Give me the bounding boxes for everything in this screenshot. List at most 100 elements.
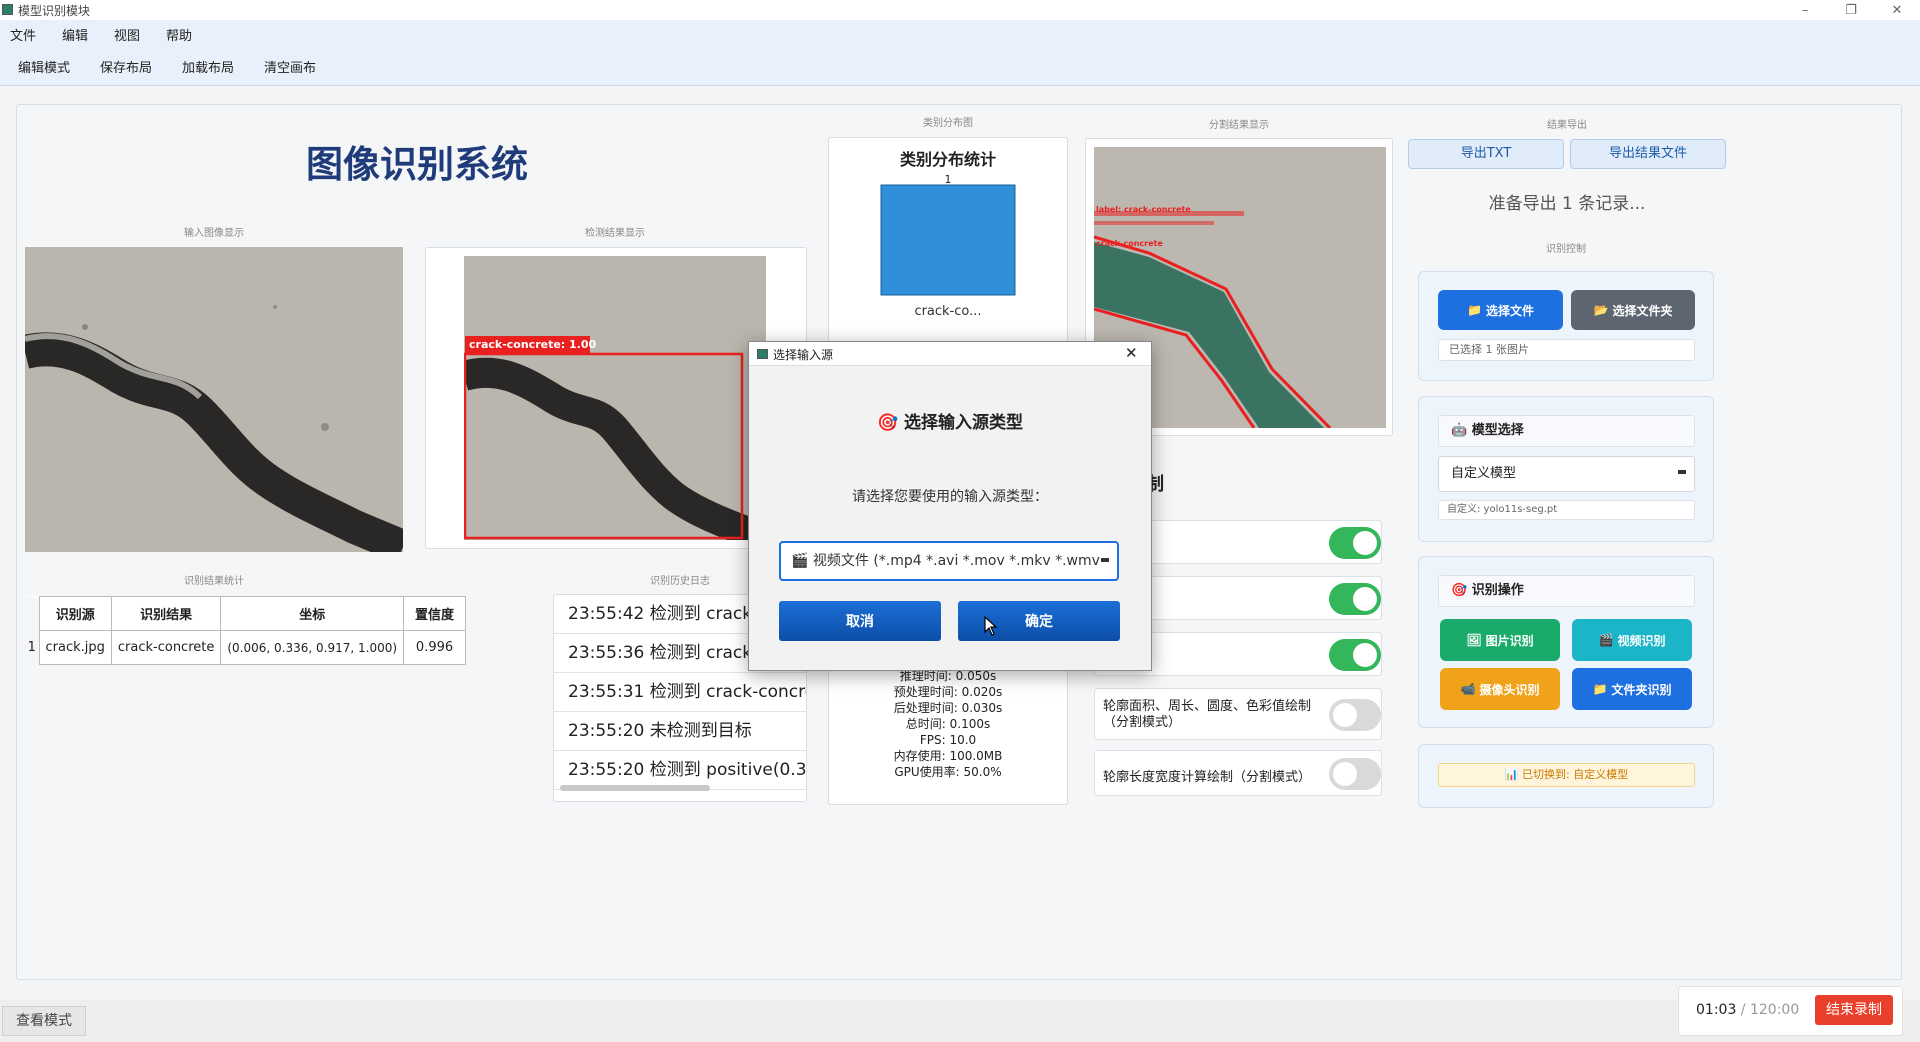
- source-type-select[interactable]: 🎬 视频文件 (*.mp4 *.avi *.mov *.mkv *.wmv: [779, 541, 1119, 581]
- timer-separator: /: [1736, 1002, 1750, 1018]
- video-detect-button[interactable]: 🎬 视频识别: [1572, 619, 1692, 661]
- dialog-prompt: 请选择您要使用的输入源类型：: [852, 489, 1048, 505]
- detection-label: crack-concrete: 1.00: [469, 338, 597, 351]
- switched-message: 📊 已切换到: 自定义模型: [1438, 763, 1695, 787]
- minimize-button[interactable]: –: [1782, 3, 1828, 18]
- robot-icon: 🤖: [1451, 423, 1468, 438]
- camera-detect-label: 摄像头识别: [1479, 682, 1540, 697]
- cell-conf[interactable]: 0.996: [403, 630, 467, 665]
- video-icon: 🎬: [1598, 633, 1614, 647]
- export-txt-button[interactable]: 导出TXT: [1408, 139, 1564, 169]
- mouse-cursor-icon: [984, 616, 998, 636]
- elapsed-time: 01:03: [1696, 1002, 1737, 1018]
- load-layout-button[interactable]: 加载布局: [182, 57, 234, 76]
- model-select-value: 自定义模型: [1451, 466, 1517, 481]
- export-caption: 结果导出: [1547, 120, 1587, 131]
- dropdown-icon: [1101, 558, 1109, 562]
- model-select[interactable]: 自定义模型: [1438, 456, 1695, 492]
- folder-icon: 📁: [1592, 682, 1608, 696]
- horizontal-scrollbar[interactable]: [560, 785, 710, 791]
- row-index: 1: [25, 630, 39, 665]
- menu-edit[interactable]: 编辑: [62, 25, 88, 44]
- toggle-switch[interactable]: [1329, 583, 1381, 615]
- total-time: 120:00: [1749, 1002, 1800, 1018]
- target-icon: 🎯: [1451, 583, 1468, 598]
- dialog-app-icon: [757, 349, 768, 359]
- seg-overlay-text: crack-concrete: [1096, 239, 1163, 248]
- switch-label: 轮廓长度宽度计算绘制（分割模式）: [1103, 770, 1312, 785]
- status-bar: [0, 1000, 1920, 1042]
- toggle-switch[interactable]: [1329, 758, 1381, 790]
- detect-caption: 检测结果显示: [585, 228, 645, 239]
- camera-detect-button[interactable]: 📹 摄像头识别: [1440, 668, 1560, 710]
- list-item[interactable]: 23:55:20 未检测到目标: [554, 712, 806, 751]
- cancel-button[interactable]: 取消: [779, 601, 941, 641]
- image-icon: 🖼: [1466, 633, 1482, 647]
- dropdown-icon: [1678, 470, 1686, 474]
- folder-icon: 📁: [1467, 303, 1482, 317]
- view-mode-button[interactable]: 查看模式: [2, 1006, 86, 1036]
- folder-icon: 📂: [1593, 303, 1609, 317]
- menu-bar: 文件 编辑 视图 帮助: [0, 20, 1920, 48]
- confirm-button[interactable]: 确定: [958, 601, 1120, 641]
- file-select-status: 已选择 1 张图片: [1438, 339, 1695, 361]
- seg-caption: 分割结果显示: [1209, 120, 1269, 131]
- choose-file-button[interactable]: 📁 选择文件: [1438, 290, 1563, 330]
- folder-detect-label: 文件夹识别: [1611, 682, 1672, 697]
- folder-detect-button[interactable]: 📁 文件夹识别: [1572, 668, 1692, 710]
- restore-button[interactable]: ❐: [1828, 3, 1874, 18]
- save-layout-button[interactable]: 保存布局: [100, 57, 152, 76]
- export-file-button[interactable]: 导出结果文件: [1570, 139, 1726, 169]
- app-icon: [2, 4, 13, 15]
- toggle-switch[interactable]: [1329, 527, 1381, 559]
- dialog-close-button[interactable]: ✕: [1125, 344, 1138, 362]
- image-detect-button[interactable]: 🖼 图片识别: [1440, 619, 1560, 661]
- col-source[interactable]: 识别源: [38, 596, 112, 631]
- ops-heading: 🎯 识别操作: [1438, 575, 1695, 607]
- chart-bar: [880, 184, 1016, 296]
- choose-folder-button[interactable]: 📂 选择文件夹: [1571, 290, 1695, 330]
- target-icon: 🎯: [876, 413, 899, 433]
- results-table: 识别源 识别结果 坐标 置信度 1 crack.jpg crack-concre…: [25, 596, 467, 665]
- toggle-switch[interactable]: [1329, 699, 1381, 731]
- ops-heading-label: 识别操作: [1471, 583, 1524, 598]
- video-icon: 🎬: [791, 553, 809, 569]
- source-type-value: 视频文件 (*.mp4 *.avi *.mov *.mkv *.wmv: [812, 553, 1100, 569]
- menu-help[interactable]: 帮助: [166, 25, 192, 44]
- perf-line: GPU使用率: 50.0%: [894, 765, 1002, 779]
- clear-canvas-button[interactable]: 清空画布: [264, 57, 316, 76]
- input-caption: 输入图像显示: [184, 228, 244, 239]
- image-detect-label: 图片识别: [1485, 633, 1534, 648]
- dialog-title: 选择输入源: [773, 348, 834, 362]
- list-item[interactable]: 23:55:31 检测到 crack-concret: [554, 673, 806, 712]
- chart-title: 类别分布统计: [900, 150, 996, 169]
- cell-coords[interactable]: (0.006, 0.336, 0.917, 1.000): [220, 630, 405, 665]
- chart-icon: 📊: [1504, 768, 1519, 781]
- col-conf[interactable]: 置信度: [403, 596, 467, 631]
- stats-caption: 识别结果统计: [184, 576, 244, 587]
- seg-overlay-label: label: crack-concrete: [1096, 205, 1191, 214]
- switch-label: 轮廓面积、周长、圆度、色彩值绘制（分割模式）: [1103, 699, 1312, 730]
- menu-view[interactable]: 视图: [114, 25, 140, 44]
- close-button[interactable]: ✕: [1874, 3, 1920, 18]
- cell-source[interactable]: crack.jpg: [38, 630, 112, 665]
- choose-file-label: 选择文件: [1485, 303, 1534, 318]
- col-coords[interactable]: 坐标: [220, 596, 405, 631]
- cell-result[interactable]: crack-concrete: [110, 630, 222, 665]
- col-result[interactable]: 识别结果: [110, 596, 222, 631]
- table-row[interactable]: 1 crack.jpg crack-concrete (0.006, 0.336…: [25, 630, 467, 665]
- input-image: [25, 247, 403, 552]
- recording-timer: 01:03 / 120:00: [1696, 1002, 1799, 1018]
- menu-file[interactable]: 文件: [10, 25, 36, 44]
- camera-icon: 📹: [1460, 682, 1476, 696]
- detect-image: crack-concrete: 1.00: [464, 256, 766, 540]
- edit-mode-button[interactable]: 编辑模式: [18, 57, 70, 76]
- toggle-switch[interactable]: [1329, 639, 1381, 671]
- perf-line: FPS: 10.0: [919, 733, 977, 747]
- end-recording-button[interactable]: 结束录制: [1815, 995, 1893, 1025]
- perf-line: 预处理时间: 0.020s: [893, 685, 1003, 699]
- window-title: 模型识别模块: [18, 3, 91, 18]
- switched-message-label: 已切换到: 自定义模型: [1522, 768, 1629, 781]
- switch-row-4: 轮廓面积、周长、圆度、色彩值绘制（分割模式）: [1094, 688, 1382, 740]
- dialog-heading-label: 选择输入源类型: [904, 413, 1024, 433]
